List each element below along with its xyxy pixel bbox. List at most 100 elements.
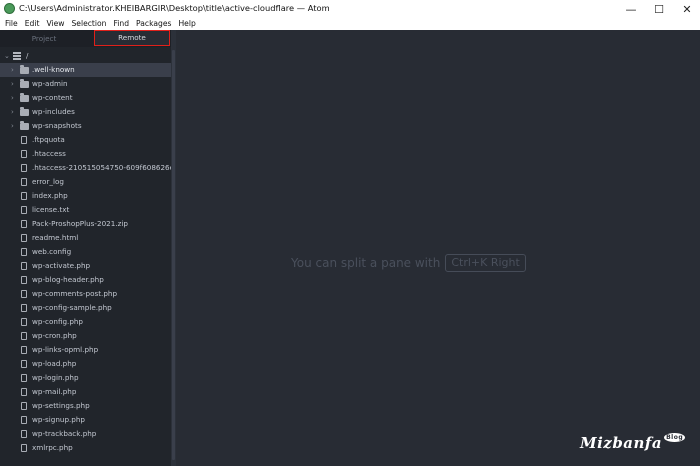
tree-file[interactable]: web.config [0,245,171,259]
close-button[interactable]: ✕ [673,0,700,18]
tree-folder[interactable]: › wp-content [0,91,171,105]
tree-file[interactable]: wp-signup.php [0,413,171,427]
tree-file[interactable]: wp-login.php [0,371,171,385]
file-icon [21,290,27,298]
tree-file-label: wp-settings.php [32,401,90,410]
file-icon [21,276,27,284]
tree-folder[interactable]: › wp-snapshots [0,119,171,133]
tree-file-label: Pack-ProshopPlus-2021.zip [32,219,128,228]
tree-file-label: error_log [32,177,64,186]
tree-file[interactable]: wp-trackback.php [0,427,171,441]
tree-folder[interactable]: › wp-admin [0,77,171,91]
tree-file[interactable]: wp-blog-header.php [0,273,171,287]
menu-view[interactable]: View [46,18,64,30]
tree-file-label: .htaccess [32,149,66,158]
folder-icon [20,107,29,116]
file-icon [21,178,27,186]
file-icon [21,192,27,200]
logo-badge: Blog [664,433,686,442]
chevron-right-icon: › [11,94,14,102]
tree-file[interactable]: .htaccess-210515054750-609f608626ed7-du [0,161,171,175]
maximize-button[interactable]: ☐ [645,0,673,18]
chevron-right-icon: › [11,80,14,88]
tab-remote[interactable]: Remote [94,30,170,46]
folder-icon [20,65,29,74]
tree-file[interactable]: error_log [0,175,171,189]
tree-file[interactable]: .htaccess [0,147,171,161]
folder-icon [20,121,29,130]
tree-file-label: web.config [32,247,72,256]
tree-file[interactable]: wp-load.php [0,357,171,371]
tree-file-label: wp-config-sample.php [32,303,112,312]
tab-project[interactable]: Project [0,30,88,47]
file-icon [21,402,27,410]
tree-file-label: wp-mail.php [32,387,77,396]
file-icon [21,416,27,424]
menu-find[interactable]: Find [113,18,129,30]
file-icon [21,444,27,452]
folder-icon [20,79,29,88]
tree-file[interactable]: wp-activate.php [0,259,171,273]
menu-edit[interactable]: Edit [25,18,40,30]
keybinding-badge: Ctrl+K Right [445,254,526,272]
tree-file-label: xmlrpc.php [32,443,73,452]
tree-file-label: wp-cron.php [32,331,77,340]
tree-folder-label: .well-known [32,65,75,74]
menu-file[interactable]: File [5,18,18,30]
tree-file-label: wp-links-opml.php [32,345,99,354]
file-icon [21,318,27,326]
window-title: C:\Users\Administrator.KHEIBARGIR\Deskto… [19,3,330,13]
file-icon [21,388,27,396]
tree-file[interactable]: index.php [0,189,171,203]
tree-file[interactable]: wp-cron.php [0,329,171,343]
file-icon [21,234,27,242]
file-icon [21,164,27,172]
tree-folder-label: wp-admin [32,79,68,88]
file-icon [21,150,27,158]
split-pane-hint-text: You can split a pane with [291,256,441,270]
folder-icon [20,93,29,102]
tree-file[interactable]: wp-mail.php [0,385,171,399]
file-icon [21,360,27,368]
file-icon [21,374,27,382]
tree-file[interactable]: wp-comments-post.php [0,287,171,301]
atom-app-icon [4,3,15,14]
file-icon [21,136,27,144]
file-icon [21,248,27,256]
tree-file[interactable]: wp-config.php [0,315,171,329]
menu-packages[interactable]: Packages [136,18,171,30]
tree-folder-label: wp-content [32,93,73,102]
menu-selection[interactable]: Selection [71,18,106,30]
mizbanfa-logo: Mizbanfa Blog [580,433,686,452]
tree-file-label: index.php [32,191,68,200]
remote-sidebar: Project Remote ⌄ / › .well-known › wp-admin… [0,30,171,466]
file-icon [21,206,27,214]
tree-file[interactable]: license.txt [0,203,171,217]
tree-file[interactable]: wp-settings.php [0,399,171,413]
tree-folder-label: wp-snapshots [32,121,82,130]
file-icon [21,346,27,354]
tree-file[interactable]: wp-config-sample.php [0,301,171,315]
tree-root[interactable]: ⌄ / [0,49,171,63]
tree-file-label: wp-config.php [32,317,83,326]
tree-folder[interactable]: › wp-includes [0,105,171,119]
tree-file[interactable]: wp-links-opml.php [0,343,171,357]
tree-root-label: / [26,51,29,60]
tree-folder-label: wp-includes [32,107,75,116]
tree-file[interactable]: xmlrpc.php [0,441,171,455]
file-icon [21,332,27,340]
minimize-button[interactable]: — [617,0,645,18]
file-icon [21,220,27,228]
tree-file[interactable]: Pack-ProshopPlus-2021.zip [0,217,171,231]
menu-bar: File Edit View Selection Find Packages H… [0,18,700,30]
tree-file[interactable]: readme.html [0,231,171,245]
menu-help[interactable]: Help [178,18,195,30]
file-icon [21,304,27,312]
sidebar-scroll-thumb[interactable] [172,50,175,460]
split-pane-hint: You can split a pane with Ctrl+K Right [291,254,526,272]
tree-file-label: wp-signup.php [32,415,85,424]
tree-file-label: wp-trackback.php [32,429,97,438]
tree-file[interactable]: .ftpquota [0,133,171,147]
tree-folder[interactable]: › .well-known [0,63,171,77]
tree-file-label: wp-load.php [32,359,77,368]
